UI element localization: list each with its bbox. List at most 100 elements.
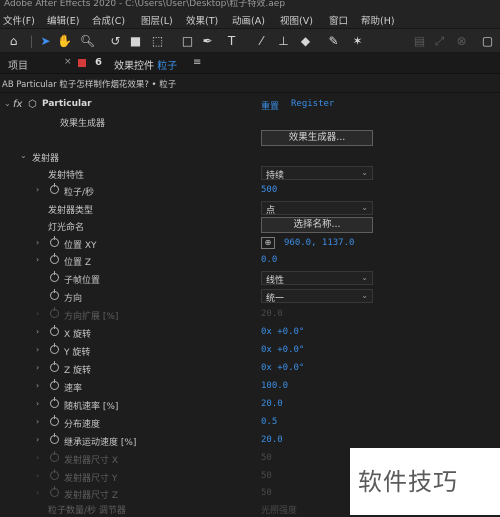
home-icon[interactable]: ⌂ (6, 33, 21, 48)
axis-world-icon[interactable]: ⤢ (432, 33, 447, 48)
stopwatch-icon[interactable] (50, 415, 59, 426)
stopwatch-icon[interactable] (50, 253, 59, 264)
stopwatch-icon[interactable] (50, 236, 59, 247)
panel-menu-icon[interactable]: 6 (95, 57, 102, 68)
stopwatch-icon[interactable] (50, 397, 59, 408)
axis-local-icon[interactable]: ▤ (412, 33, 427, 48)
stopwatch-icon[interactable] (50, 343, 59, 354)
effect-controls-tab[interactable]: 效果控件 粒子 (114, 57, 177, 72)
hand-tool-icon[interactable]: ✋ (57, 33, 72, 48)
puppet-pin-tool-icon[interactable]: ✶ (350, 33, 365, 48)
reset-link[interactable]: 重置 (261, 99, 279, 112)
pan-behind-tool-icon[interactable]: ⬚ (150, 33, 165, 48)
expand-arrow-icon[interactable]: › (36, 238, 39, 247)
inherit-velocity-value[interactable]: 20.0 (261, 435, 283, 445)
menu-animation[interactable]: 动画(A) (232, 13, 265, 27)
expand-arrow-icon[interactable]: › (36, 399, 39, 408)
menu-help[interactable]: 帮助(H) (361, 13, 395, 27)
x-rotation-value[interactable]: 0x +0.0° (261, 327, 304, 337)
direction-value: 统一 (266, 294, 285, 304)
rotate-tool-icon[interactable]: ↺ (108, 33, 123, 48)
menu-bar: 文件(F) 编辑(E) 合成(C) 图层(L) 效果(T) 动画(A) 视图(V… (0, 10, 500, 28)
expand-arrow-icon[interactable]: › (36, 309, 39, 318)
effect-builder-button[interactable]: 效果生成器... (261, 130, 373, 146)
subframe-position-select[interactable]: 线性 ⌄ (261, 271, 373, 286)
crosshair-icon[interactable]: ⊕ (261, 237, 275, 249)
stopwatch-icon[interactable] (50, 289, 59, 300)
lock-panel-icon[interactable] (78, 59, 86, 67)
particles-per-sec-modifier-label: 粒子数量/秒 调节器 (48, 506, 126, 516)
effect-name: Particular (42, 99, 92, 109)
expand-arrow-icon[interactable]: › (36, 435, 39, 444)
clone-stamp-tool-icon[interactable]: ⊥ (276, 33, 291, 48)
menu-layer[interactable]: 图层(L) (141, 13, 173, 27)
position-xy-value[interactable]: 960.0, 1137.0 (284, 238, 354, 248)
camera-tool-icon[interactable]: ■ (128, 33, 143, 48)
stopwatch-icon[interactable] (50, 183, 59, 194)
eraser-tool-icon[interactable]: ◆ (298, 33, 313, 48)
emitter-collapse-icon[interactable]: ⌄ (20, 151, 27, 160)
stopwatch-icon[interactable] (50, 486, 59, 497)
stopwatch-icon[interactable] (50, 469, 59, 480)
project-tab[interactable]: 项目 (8, 57, 28, 72)
roto-brush-tool-icon[interactable]: ✎ (326, 33, 341, 48)
position-z-value[interactable]: 0.0 (261, 255, 277, 265)
expand-arrow-icon[interactable]: › (36, 255, 39, 264)
stopwatch-icon[interactable] (50, 271, 59, 282)
y-rotation-value[interactable]: 0x +0.0° (261, 345, 304, 355)
stopwatch-icon[interactable] (50, 379, 59, 390)
menu-effect[interactable]: 效果(T) (186, 13, 218, 27)
menu-window[interactable]: 窗口 (329, 13, 348, 27)
direction-select[interactable]: 统一 ⌄ (261, 289, 373, 304)
menu-composition[interactable]: 合成(C) (92, 13, 125, 27)
stopwatch-icon[interactable] (50, 451, 59, 462)
expand-arrow-icon[interactable]: › (36, 185, 39, 194)
expand-arrow-icon[interactable]: › (36, 363, 39, 372)
emitter-section-row[interactable]: ⌄ 发射器 (0, 148, 500, 165)
pen-tool-icon[interactable]: ✒ (200, 33, 215, 48)
particles-per-sec-value[interactable]: 500 (261, 185, 277, 195)
velocity-value[interactable]: 100.0 (261, 381, 288, 391)
breadcrumb-text: AB Particular 粒子怎样制作烟花效果? • 粒子 (2, 80, 177, 90)
menu-edit[interactable]: 编辑(E) (47, 13, 79, 27)
expand-arrow-icon[interactable]: › (36, 488, 39, 497)
x-rotation-row: › X 旋转 0x +0.0° (0, 324, 500, 341)
fx-icon[interactable]: fx (13, 99, 22, 110)
zoom-tool-icon[interactable]: 🔍︎ (80, 33, 95, 48)
stopwatch-icon[interactable] (50, 361, 59, 372)
inherit-velocity-row: › 继承运动速度 [%] 20.0 (0, 432, 500, 449)
effect-header-row: ⌄ fx ⬡ Particular 重置 Register (0, 96, 500, 113)
random-velocity-value[interactable]: 20.0 (261, 399, 283, 409)
expand-arrow-icon[interactable]: › (36, 471, 39, 480)
y-rotation-row: › Y 旋转 0x +0.0° (0, 342, 500, 359)
stopwatch-icon[interactable] (50, 433, 59, 444)
snapping-icon[interactable]: ▢ (480, 33, 495, 48)
distribute-velocity-value[interactable]: 0.5 (261, 417, 277, 427)
expand-arrow-icon[interactable]: › (36, 327, 39, 336)
selection-tool-icon[interactable]: ➤ (38, 33, 53, 48)
stopwatch-icon[interactable] (50, 325, 59, 336)
tab-menu-icon[interactable]: ≡ (193, 57, 201, 68)
toolbar-divider: | (29, 33, 34, 48)
menu-view[interactable]: 视图(V) (280, 13, 313, 27)
rectangle-tool-icon[interactable]: □ (180, 33, 195, 48)
emitter-size-z-value: 50 (261, 488, 272, 498)
emitter-behavior-label: 发射特性 (48, 171, 85, 181)
expand-arrow-icon[interactable]: › (36, 381, 39, 390)
z-rotation-value[interactable]: 0x +0.0° (261, 363, 304, 373)
expand-arrow-icon[interactable]: › (36, 345, 39, 354)
brush-tool-icon[interactable]: ⁄ (254, 33, 269, 48)
emitter-behavior-select[interactable]: 持续 ⌄ (261, 166, 373, 181)
emitter-type-select[interactable]: 点 ⌄ (261, 201, 373, 216)
axis-view-icon[interactable]: ⊗ (454, 33, 469, 48)
close-tab-icon[interactable]: × (64, 57, 72, 67)
choose-names-button[interactable]: 选择名称... (261, 217, 373, 233)
stopwatch-icon[interactable] (50, 307, 59, 318)
menu-file[interactable]: 文件(F) (3, 13, 35, 27)
register-link[interactable]: Register (291, 99, 334, 109)
expand-arrow-icon[interactable]: › (36, 453, 39, 462)
text-tool-icon[interactable]: T (224, 33, 239, 48)
effect-collapse-icon[interactable]: ⌄ (4, 99, 11, 108)
expand-arrow-icon[interactable]: › (36, 417, 39, 426)
builder-button-row: 效果生成器... (0, 130, 500, 147)
